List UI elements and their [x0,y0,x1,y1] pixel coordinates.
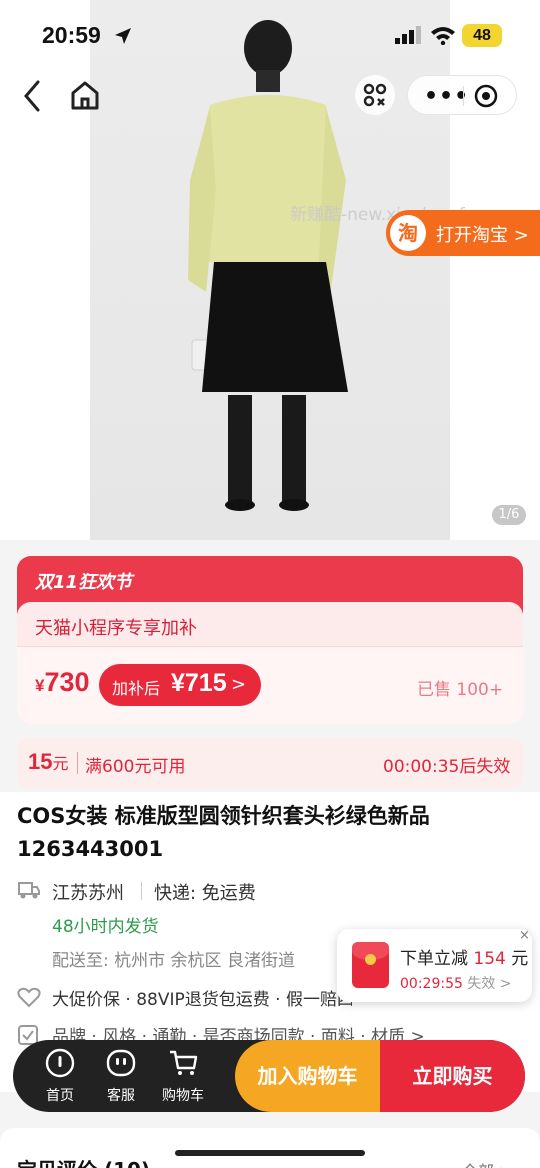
cart-icon [170,1050,198,1075]
coupon-divider [77,752,78,774]
battery-indicator: 48 [462,24,502,47]
bottom-action-bar: 首页 客服 购物车 加入购物车 立即购买 [13,1040,525,1112]
open-taobao-button[interactable]: 淘 打开淘宝 > [386,210,540,256]
home-indicator [175,1150,365,1156]
back-icon[interactable] [18,78,48,114]
cart-button[interactable]: 购物车 [153,1040,213,1112]
info-divider [141,882,142,900]
location-arrow-icon [115,28,131,44]
popup-countdown: 00:29:55 失效 > [400,973,512,993]
ship-origin: 江苏苏州 [52,883,124,904]
promo-card: 双11狂欢节 天猫小程序专享加补 ¥730 加补后 ¥715 > 已售 100+ [17,556,523,724]
buy-now-button[interactable]: 立即购买 [380,1040,525,1112]
service-label: 客服 [107,1088,135,1104]
status-bar: 20:59 48 [0,0,540,70]
promo-banner-title: 双11狂欢节 [35,572,133,593]
coupon-condition: 满600元可用 [85,757,186,777]
reviews-title: 宝贝评价 (10) [17,1154,150,1168]
delivery-address[interactable]: 配送至: 杭州市 余杭区 良渚街道 [52,946,295,971]
scan-icon [363,83,387,107]
popup-timer: 00:29:55 [400,976,463,992]
coupon-unit: 元 [52,756,69,773]
popup-discount-text: 下单立减 154 元 [400,944,528,969]
service-button[interactable]: 客服 [91,1040,151,1112]
status-time: 20:59 [42,22,101,48]
popup-unit: 元 [511,949,529,969]
shipping-icon [18,882,40,899]
coupon-amount: 15元 [28,749,69,775]
envelope-seal [365,954,376,965]
wifi-icon [431,27,455,45]
express-fee: 快递: 免运费 [154,883,256,904]
capsule-divider [463,86,464,106]
cart-label: 购物车 [162,1088,204,1104]
sold-count: 已售 100+ [417,680,504,700]
image-counter: 1/6 [492,505,526,525]
miniprogram-capsule: ••• [407,75,517,115]
popup-expire: 失效 > [467,976,512,992]
coupon-expiry: 00:00:35后失效 [383,757,511,777]
discount-popup[interactable]: 下单立减 154 元 00:29:55 失效 > × [337,928,532,1002]
close-icon[interactable]: × [519,928,530,943]
popup-amount: 154 [473,949,506,969]
original-price: ¥730 [35,667,90,698]
shop-icon [45,1048,75,1078]
subsidy-price: ¥715 [171,669,227,697]
popup-prefix: 下单立减 [400,949,468,969]
chevron-right-icon: > [231,674,247,695]
target-icon[interactable] [474,84,498,108]
reviews-all-link[interactable]: 全部 > [462,1158,513,1168]
open-taobao-label: 打开淘宝 > [436,225,529,246]
original-price-value: 730 [44,667,90,697]
coupon-amount-value: 15 [28,749,53,774]
taobao-logo: 淘 [390,215,426,251]
reviews-section: 宝贝评价 (10) 全部 > [0,1128,540,1168]
product-photo [90,0,450,540]
product-title: COS女装 标准版型圆领针织套头衫绿色新品1263443001 [17,804,430,861]
subsidy-price-button[interactable]: 加补后 ¥715 > [99,664,261,706]
heart-icon [17,987,41,1008]
add-to-cart-button[interactable]: 加入购物车 [235,1040,380,1112]
dispatch-time: 48小时内发货 [52,917,159,937]
coupon-bar[interactable]: 15元 满600元可用 00:00:35后失效 [17,738,523,788]
promo-subtitle: 天猫小程序专享加补 [35,618,197,639]
shop-home-label: 首页 [46,1088,74,1104]
shop-home-button[interactable]: 首页 [30,1040,90,1112]
red-envelope-icon [352,942,389,988]
home-icon[interactable] [68,78,102,112]
subsidy-label: 加补后 [112,679,161,698]
service-guarantees[interactable]: 大促价保 · 88VIP退货包运费 · 假一赔四 [52,985,352,1010]
signal-icon [395,26,421,44]
service-icon [106,1049,136,1077]
scan-button[interactable] [355,75,395,115]
